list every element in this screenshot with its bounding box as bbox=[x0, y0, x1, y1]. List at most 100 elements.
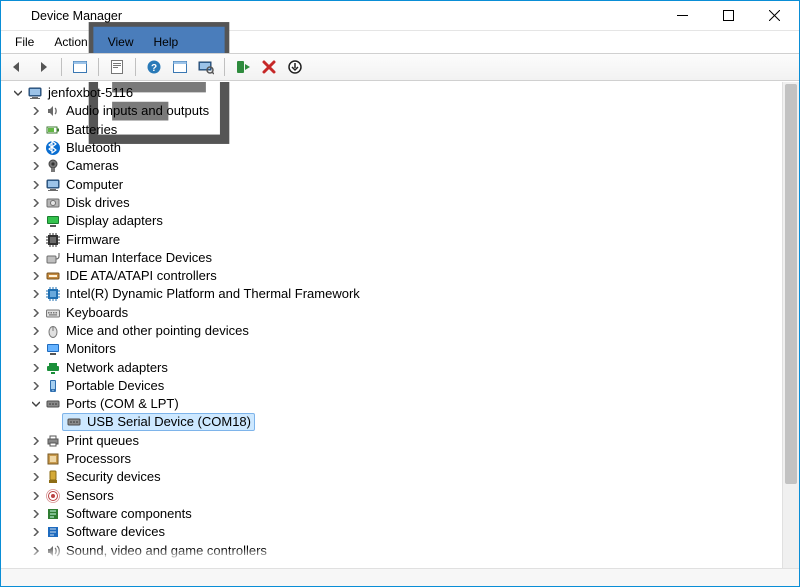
expand-icon[interactable] bbox=[29, 196, 43, 210]
menu-file[interactable]: File bbox=[5, 31, 44, 53]
properties-button[interactable] bbox=[105, 56, 129, 78]
expand-icon[interactable] bbox=[29, 104, 43, 118]
help-button[interactable] bbox=[142, 56, 166, 78]
vertical-scrollbar[interactable] bbox=[782, 82, 799, 568]
expand-icon[interactable] bbox=[29, 178, 43, 192]
close-button[interactable] bbox=[751, 1, 797, 31]
tree-item[interactable]: Keyboards bbox=[5, 304, 782, 322]
expand-icon[interactable] bbox=[29, 434, 43, 448]
collapse-icon[interactable] bbox=[29, 397, 43, 411]
display-icon bbox=[45, 213, 61, 229]
tree-item-label: Batteries bbox=[66, 121, 117, 139]
expand-icon[interactable] bbox=[29, 361, 43, 375]
tree-item[interactable]: Security devices bbox=[5, 468, 782, 486]
maximize-button[interactable] bbox=[705, 1, 751, 31]
show-hide-tree-button[interactable] bbox=[68, 56, 92, 78]
scrollbar-thumb[interactable] bbox=[785, 84, 797, 484]
tree-item-label: Portable Devices bbox=[66, 377, 164, 395]
tree-item[interactable]: Sound, video and game controllers bbox=[5, 541, 782, 559]
back-button[interactable] bbox=[5, 56, 29, 78]
expand-icon[interactable] bbox=[29, 306, 43, 320]
tree-item-label: Sensors bbox=[66, 487, 114, 505]
tree-item-label: Processors bbox=[66, 450, 131, 468]
tree-item[interactable]: Mice and other pointing devices bbox=[5, 322, 782, 340]
computer-icon bbox=[27, 85, 43, 101]
tree-item-label: Mice and other pointing devices bbox=[66, 322, 249, 340]
tree-item[interactable]: Disk drives bbox=[5, 194, 782, 212]
tree-item[interactable]: Batteries bbox=[5, 121, 782, 139]
tree-item-label: Ports (COM & LPT) bbox=[66, 395, 179, 413]
tree-item[interactable]: Portable Devices bbox=[5, 377, 782, 395]
statusbar bbox=[1, 568, 799, 586]
tree-item[interactable]: Cameras bbox=[5, 157, 782, 175]
tree-item-label: USB Serial Device (COM18) bbox=[87, 413, 251, 431]
tree-item-label: Disk drives bbox=[66, 194, 130, 212]
update-driver-button[interactable] bbox=[283, 56, 307, 78]
expand-icon[interactable] bbox=[29, 287, 43, 301]
expand-icon[interactable] bbox=[29, 507, 43, 521]
expand-icon[interactable] bbox=[29, 489, 43, 503]
tree-item[interactable]: Software devices bbox=[5, 523, 782, 541]
hid-icon bbox=[45, 250, 61, 266]
scan-hardware-button[interactable] bbox=[194, 56, 218, 78]
action-pane-button[interactable] bbox=[168, 56, 192, 78]
tree-item[interactable]: IDE ATA/ATAPI controllers bbox=[5, 267, 782, 285]
titlebar: Device Manager bbox=[1, 1, 799, 31]
tree-item[interactable]: Print queues bbox=[5, 432, 782, 450]
tree-item[interactable]: Software components bbox=[5, 505, 782, 523]
expand-icon[interactable] bbox=[29, 342, 43, 356]
expand-icon[interactable] bbox=[29, 251, 43, 265]
expand-icon[interactable] bbox=[29, 123, 43, 137]
mouse-icon bbox=[45, 323, 61, 339]
menu-view[interactable]: View bbox=[98, 31, 144, 53]
expand-icon[interactable] bbox=[29, 269, 43, 283]
expand-icon[interactable] bbox=[29, 233, 43, 247]
tree-item[interactable]: Bluetooth bbox=[5, 139, 782, 157]
expand-icon[interactable] bbox=[29, 452, 43, 466]
sound-icon bbox=[45, 543, 61, 559]
tree-item[interactable]: Intel(R) Dynamic Platform and Thermal Fr… bbox=[5, 285, 782, 303]
expand-icon[interactable] bbox=[29, 525, 43, 539]
tree-item[interactable]: Sensors bbox=[5, 487, 782, 505]
tree-item[interactable]: Human Interface Devices bbox=[5, 249, 782, 267]
expand-icon[interactable] bbox=[29, 159, 43, 173]
minimize-button[interactable] bbox=[659, 1, 705, 31]
tree-item[interactable]: jenfoxbot-5116 bbox=[5, 84, 782, 102]
enable-device-button[interactable] bbox=[231, 56, 255, 78]
printer-icon bbox=[45, 433, 61, 449]
port-icon bbox=[66, 414, 82, 430]
expand-icon[interactable] bbox=[29, 470, 43, 484]
menu-action[interactable]: Action bbox=[44, 31, 97, 53]
window-controls bbox=[659, 1, 797, 31]
tree-item[interactable]: Ports (COM & LPT) bbox=[5, 395, 782, 413]
tree-item[interactable]: Computer bbox=[5, 175, 782, 193]
tree-item-label: Intel(R) Dynamic Platform and Thermal Fr… bbox=[66, 285, 360, 303]
tree-item-label: Monitors bbox=[66, 340, 116, 358]
ide-icon bbox=[45, 268, 61, 284]
expand-icon[interactable] bbox=[29, 324, 43, 338]
tree-item-label: Keyboards bbox=[66, 304, 128, 322]
tree-item[interactable]: Display adapters bbox=[5, 212, 782, 230]
tree-item[interactable]: Network adapters bbox=[5, 358, 782, 376]
tree-item-label: jenfoxbot-5116 bbox=[48, 84, 133, 102]
tree-item-label: Computer bbox=[66, 176, 123, 194]
device-tree[interactable]: jenfoxbot-5116Audio inputs and outputsBa… bbox=[1, 82, 782, 568]
app-icon bbox=[9, 8, 25, 24]
tree-item[interactable]: Processors bbox=[5, 450, 782, 468]
tree-item[interactable]: Monitors bbox=[5, 340, 782, 358]
menu-help[interactable]: Help bbox=[144, 31, 189, 53]
tree-item[interactable]: Audio inputs and outputs bbox=[5, 102, 782, 120]
expand-icon[interactable] bbox=[29, 214, 43, 228]
tree-item[interactable]: Firmware bbox=[5, 230, 782, 248]
toolbar-separator bbox=[224, 58, 225, 76]
tree-item[interactable]: USB Serial Device (COM18) bbox=[5, 413, 782, 431]
monitor-icon bbox=[45, 341, 61, 357]
expand-icon[interactable] bbox=[29, 141, 43, 155]
forward-button[interactable] bbox=[31, 56, 55, 78]
expand-icon[interactable] bbox=[29, 379, 43, 393]
expand-icon[interactable] bbox=[29, 544, 43, 558]
collapse-icon[interactable] bbox=[11, 86, 25, 100]
uninstall-device-button[interactable] bbox=[257, 56, 281, 78]
tree-item-label: Sound, video and game controllers bbox=[66, 542, 267, 560]
toolbar bbox=[1, 53, 799, 81]
